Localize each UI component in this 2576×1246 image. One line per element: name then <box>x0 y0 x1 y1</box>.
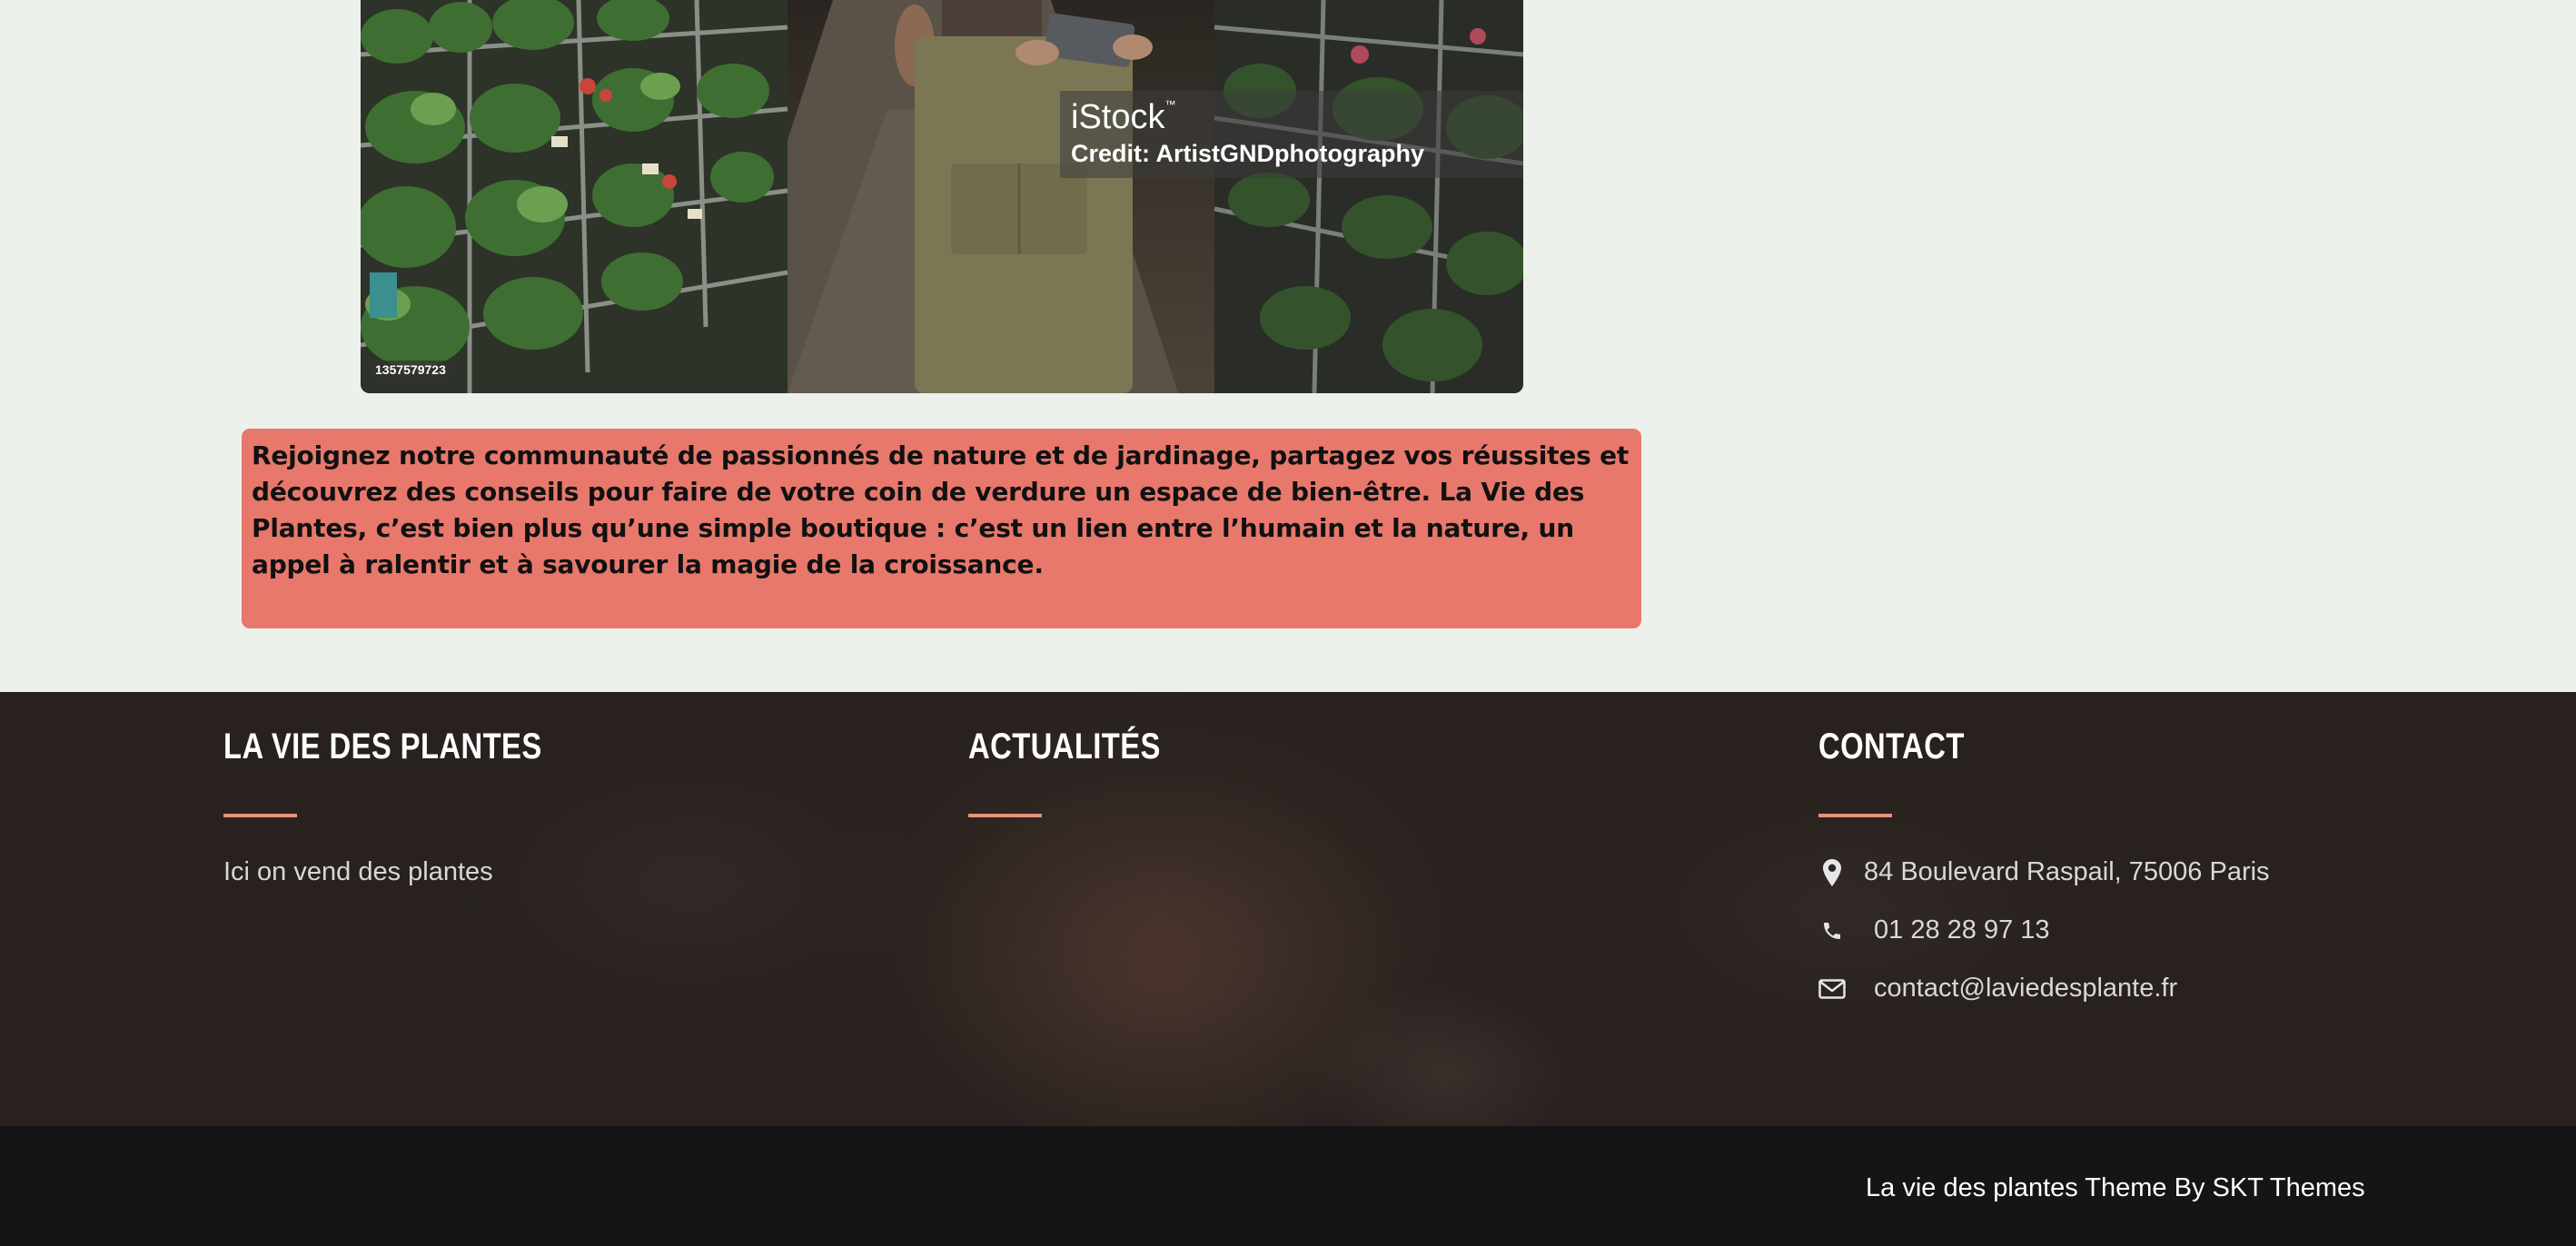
footer-widgets: LA VIE DES PLANTES Ici on vend des plant… <box>0 692 2576 1126</box>
hero-image: iStock™ Credit: ArtistGNDphotography 135… <box>361 0 1523 393</box>
photo-credit: Credit: ArtistGNDphotography <box>1071 140 1424 167</box>
contact-address: 84 Boulevard Raspail, 75006 Paris <box>1818 857 2270 887</box>
nursery-photo-illustration <box>361 0 1523 393</box>
heading-underline <box>223 814 297 817</box>
copyright-text[interactable]: La vie des plantes Theme By SKT Themes <box>1866 1173 2365 1203</box>
contact-email: contact@laviedesplante.fr <box>1818 974 2177 1004</box>
contact-email-link[interactable]: contact@laviedesplante.fr <box>1874 974 2177 1004</box>
contact-phone: 01 28 28 97 13 <box>1818 915 2050 945</box>
community-callout: Rejoignez notre communauté de passionnés… <box>242 429 1641 628</box>
envelope-icon <box>1818 974 1846 1004</box>
istock-logo: iStock™ <box>1071 98 1176 136</box>
image-id-badge: 1357579723 <box>370 361 451 379</box>
contact-address-text: 84 Boulevard Raspail, 75006 Paris <box>1864 857 2270 886</box>
callout-text: Rejoignez notre communauté de passionnés… <box>252 440 1630 579</box>
background-leaf-decoration <box>454 747 926 1019</box>
footer-heading-news: ACTUALITÉS <box>968 727 1161 766</box>
phone-icon <box>1818 916 1846 945</box>
footer-about-text: Ici on vend des plantes <box>223 857 493 886</box>
heading-underline <box>1818 814 1892 817</box>
footer-heading-about: LA VIE DES PLANTES <box>223 727 542 766</box>
bottom-bar: La vie des plantes Theme By SKT Themes <box>0 1126 2576 1246</box>
contact-phone-text[interactable]: 01 28 28 97 13 <box>1874 915 2050 945</box>
map-marker-icon <box>1818 858 1846 887</box>
footer-heading-contact: CONTACT <box>1818 727 1965 766</box>
heading-underline <box>968 814 1042 817</box>
